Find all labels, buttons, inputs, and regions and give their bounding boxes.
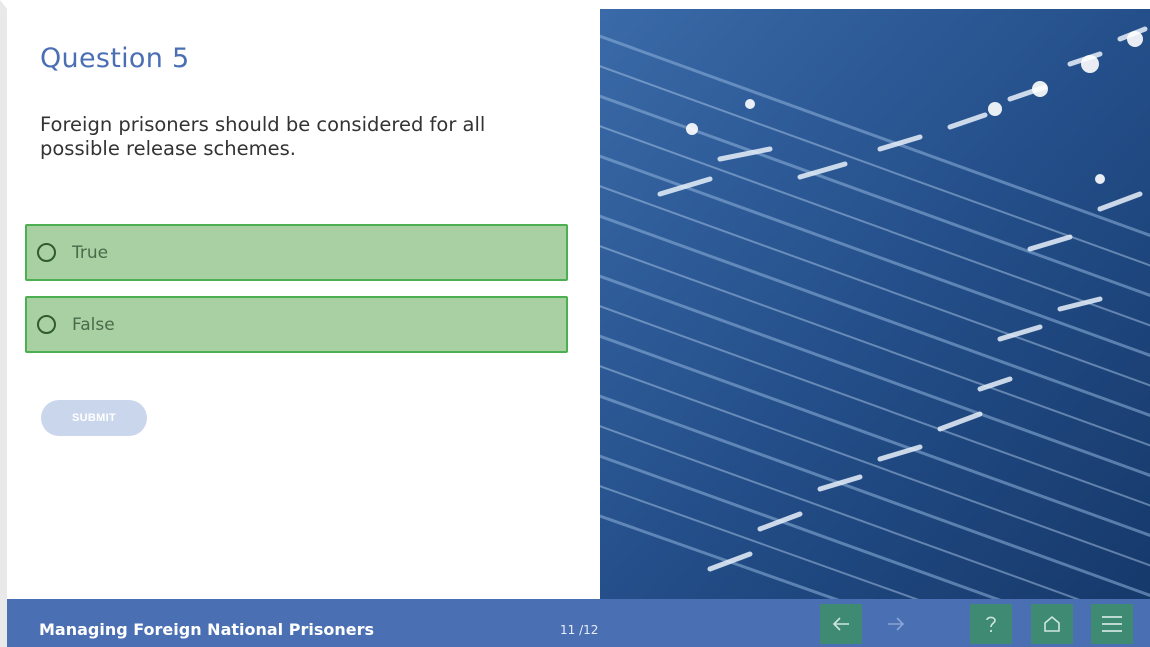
previous-button[interactable] <box>820 604 862 644</box>
option-label: True <box>72 242 109 263</box>
submit-button[interactable]: SUBMIT <box>41 400 147 436</box>
course-title: Managing Foreign National Prisoners <box>39 620 374 639</box>
wire-fence-illustration <box>579 9 1150 631</box>
question-panel: Question 5 Foreign prisoners should be c… <box>7 9 600 599</box>
help-button[interactable] <box>970 604 1012 644</box>
question-title: Question 5 <box>40 43 190 74</box>
home-icon <box>1044 615 1060 632</box>
radio-icon[interactable] <box>37 315 56 334</box>
page-counter: 11 /12 <box>560 623 599 637</box>
hamburger-menu-icon <box>1102 616 1122 632</box>
menu-button[interactable] <box>1091 604 1133 644</box>
home-button[interactable] <box>1031 604 1073 644</box>
arrow-right-icon <box>888 617 905 631</box>
option-true[interactable]: True <box>25 224 568 281</box>
next-button[interactable] <box>875 604 917 644</box>
arrow-left-icon <box>832 617 849 631</box>
radio-icon[interactable] <box>37 243 56 262</box>
question-text: Foreign prisoners should be considered f… <box>40 113 486 160</box>
option-false[interactable]: False <box>25 296 568 353</box>
wire-fence-photo <box>579 9 1150 631</box>
option-label: False <box>72 314 115 335</box>
question-mark-icon <box>986 616 996 633</box>
footer-bar: Managing Foreign National Prisoners 11 /… <box>7 599 1150 647</box>
